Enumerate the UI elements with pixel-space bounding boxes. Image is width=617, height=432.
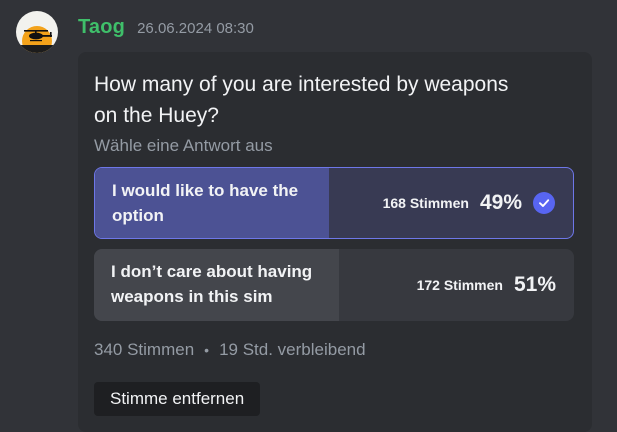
answer-percent: 49%: [479, 191, 522, 214]
time-remaining: 19 Std. verbleibend: [219, 340, 366, 359]
answer-label: I don’t care about having weapons in thi…: [111, 262, 313, 306]
checkmark-icon: [533, 192, 555, 214]
timestamp: 26.06.2024 08:30: [137, 20, 254, 37]
separator-dot: •: [204, 342, 210, 358]
answer-label: I would like to have the option: [112, 181, 299, 225]
answer-stats: 168 Stimmen 49%: [383, 168, 555, 238]
poll-footer: 340 Stimmen • 19 Std. verbleibend: [94, 340, 366, 360]
answer-stats: 172 Stimmen 51%: [417, 249, 556, 321]
avatar[interactable]: [16, 11, 58, 53]
poll-instruction: Wähle eine Antwort aus: [94, 136, 273, 155]
poll-card: How many of you are interested by weapon…: [78, 52, 592, 432]
answer-percent: 51%: [513, 273, 556, 296]
message-header: Taog 26.06.2024 08:30: [78, 16, 254, 39]
remove-vote-button[interactable]: Stimme entfernen: [94, 382, 261, 416]
poll-answer-option-1[interactable]: I would like to have the option 168 Stim…: [94, 167, 574, 239]
helicopter-sunset-icon: [16, 11, 58, 53]
total-votes: 340 Stimmen: [94, 340, 195, 359]
answer-vote-count: 172 Stimmen: [416, 277, 503, 293]
answer-vote-count: 168 Stimmen: [382, 195, 469, 211]
poll-answer-option-2[interactable]: I don’t care about having weapons in thi…: [94, 249, 574, 321]
username[interactable]: Taog: [78, 16, 125, 39]
poll-question: How many of you are interested by weapon…: [94, 73, 509, 127]
